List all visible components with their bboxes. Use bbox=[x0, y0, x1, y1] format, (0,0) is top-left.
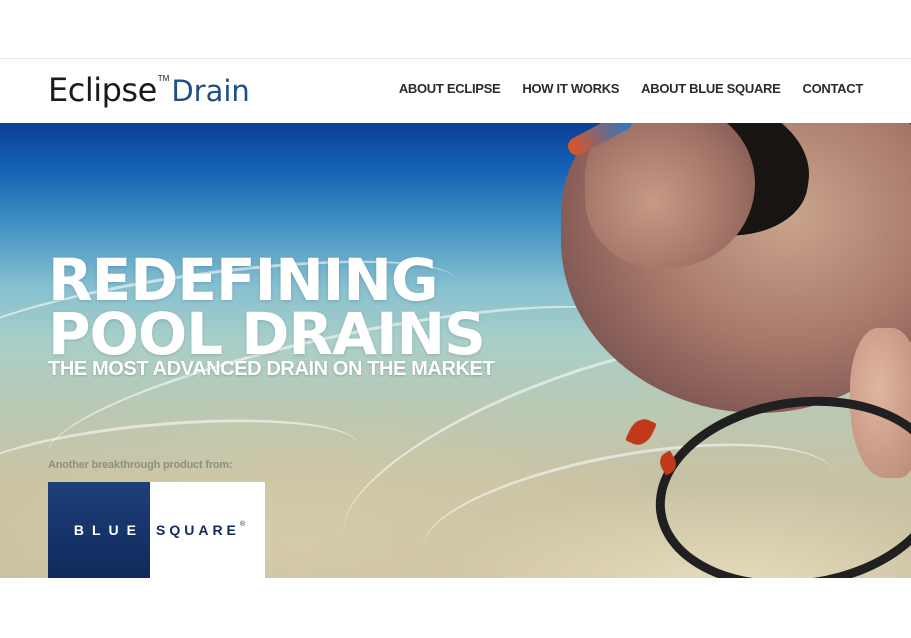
blue-square-logo[interactable]: BLUE SQUARE ® bbox=[48, 482, 265, 578]
blue-square-logo-right: SQUARE ® bbox=[150, 482, 265, 578]
page: Eclipse TM Drain ABOUT ECLIPSE HOW IT WO… bbox=[0, 0, 911, 638]
nav-how-it-works[interactable]: HOW IT WORKS bbox=[522, 81, 619, 96]
headline-line-2: POOL DRAINS bbox=[48, 300, 486, 368]
blue-square-logo-left: BLUE bbox=[48, 482, 150, 578]
blue-square-logo-blue-text: BLUE bbox=[73, 522, 144, 538]
logo-trademark: TM bbox=[157, 74, 170, 83]
logo-drain-text: Drain bbox=[171, 74, 250, 108]
site-header: Eclipse TM Drain ABOUT ECLIPSE HOW IT WO… bbox=[0, 58, 911, 123]
hero-subheadline: THE MOST ADVANCED DRAIN ON THE MARKET bbox=[48, 358, 495, 380]
nav-about-blue-square[interactable]: ABOUT BLUE SQUARE bbox=[641, 81, 781, 96]
nav-about-eclipse[interactable]: ABOUT ECLIPSE bbox=[399, 81, 501, 96]
main-nav: ABOUT ECLIPSE HOW IT WORKS ABOUT BLUE SQ… bbox=[399, 81, 863, 96]
product-from-text: Another breakthrough product from: bbox=[48, 459, 233, 471]
site-logo[interactable]: Eclipse TM Drain bbox=[48, 71, 250, 109]
hero-banner: REDEFINING POOL DRAINS THE MOST ADVANCED… bbox=[0, 123, 911, 578]
nav-contact[interactable]: CONTACT bbox=[803, 81, 864, 96]
headline-line-1: REDEFINING bbox=[48, 246, 439, 314]
blue-square-logo-registered-mark: ® bbox=[239, 520, 246, 528]
logo-eclipse-text: Eclipse bbox=[48, 71, 157, 109]
blue-square-logo-square-text: SQUARE bbox=[156, 522, 240, 538]
hero-headline: REDEFINING POOL DRAINS bbox=[48, 246, 486, 368]
